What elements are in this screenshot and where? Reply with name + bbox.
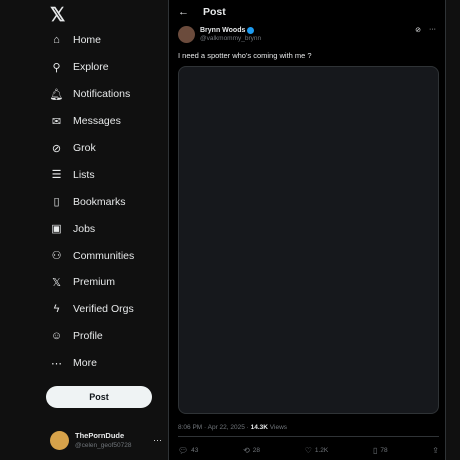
sidebar-item-verified-orgs[interactable]: ϟ Verified Orgs: [50, 296, 134, 323]
sidebar-item-lists[interactable]: ☰ Lists: [50, 161, 134, 188]
author-handle[interactable]: @valkmommy_brynn: [200, 35, 261, 42]
x-logo-icon[interactable]: 𝕏: [50, 4, 65, 27]
sidebar-item-home[interactable]: ⌂ Home: [50, 27, 134, 54]
author-info: Brynn Woods @valkmommy_brynn: [200, 27, 261, 42]
author-name[interactable]: Brynn Woods: [200, 27, 245, 34]
lightning-icon: ϟ: [53, 303, 60, 316]
briefcase-icon: ▣: [51, 223, 62, 236]
share-icon: ⇪: [432, 446, 439, 455]
more-circle-icon: ⋯: [51, 357, 62, 370]
home-icon: ⌂: [53, 34, 60, 47]
repost-button[interactable]: ⟲ 28: [243, 446, 260, 455]
tweet-actions: 💬︎ 43 ⟲ 28 ♡ 1.2K ▯ 78 ⇪: [178, 446, 439, 455]
bookmark-icon: ▯: [53, 196, 60, 209]
sidebar-nav: ⌂ Home ⚲ Explore 🔔︎ Notifications ✉ Messages…: [50, 27, 135, 377]
sidebar-item-explore[interactable]: ⚲ Explore: [50, 54, 134, 81]
account-info: ThePornDude @celen_geof50728: [75, 431, 131, 449]
sidebar-item-label: Notifications: [73, 88, 131, 101]
x-logo-icon: 𝕏: [52, 276, 61, 289]
sidebar-item-label: Home: [73, 34, 102, 47]
envelope-icon: ✉: [51, 115, 62, 128]
page-title: Post: [203, 6, 226, 18]
sidebar-item-label: Profile: [73, 330, 103, 343]
views-count: 14.3K: [250, 424, 268, 431]
sidebar: 𝕏 ⌂ Home ⚲ Explore 🔔︎ Notifications ✉ Messag…: [0, 0, 168, 460]
like-count: 1.2K: [314, 447, 329, 454]
sidebar-item-label: Explore: [73, 61, 109, 74]
sidebar-item-messages[interactable]: ✉ Messages: [50, 108, 134, 135]
repost-icon: ⟲: [243, 446, 250, 455]
repost-count: 28: [252, 447, 261, 454]
tweet-text: I need a spotter who's coming with me ?: [178, 51, 312, 60]
sidebar-item-label: Lists: [73, 168, 95, 181]
more-icon[interactable]: ···: [429, 26, 436, 34]
bookmark-button[interactable]: ▯ 78: [373, 446, 388, 455]
sidebar-item-communities[interactable]: ⚇ Communities: [50, 242, 135, 269]
account-handle: @celen_geof50728: [75, 442, 132, 449]
post-button[interactable]: Post: [46, 386, 152, 408]
heart-icon: ♡: [304, 446, 312, 455]
sidebar-item-notifications[interactable]: 🔔︎ Notifications: [50, 81, 134, 108]
share-button[interactable]: ⇪: [432, 446, 439, 455]
account-name: ThePornDude: [75, 431, 125, 440]
sidebar-item-label: Communities: [73, 249, 135, 262]
sidebar-item-label: Verified Orgs: [73, 303, 134, 316]
bookmark-icon: ▯: [372, 446, 378, 455]
post-column: ← Post Brynn Woods @valkmommy_brynn ⊘ ··…: [168, 0, 446, 460]
sidebar-item-label: Grok: [73, 142, 96, 154]
sidebar-item-label: Bookmarks: [73, 195, 126, 208]
verified-badge-icon: [247, 27, 255, 34]
sidebar-item-label: Premium: [73, 276, 116, 289]
tweet-author[interactable]: Brynn Woods @valkmommy_brynn: [178, 26, 261, 43]
sidebar-item-profile[interactable]: ☺ Profile: [50, 323, 134, 350]
tweet-time[interactable]: 8:06 PM · Apr 22, 2025 ·: [178, 424, 251, 431]
sidebar-item-premium[interactable]: 𝕏 Premium: [50, 269, 134, 296]
author-name-row: Brynn Woods: [200, 27, 261, 34]
sidebar-item-grok[interactable]: ⊘ Grok: [50, 135, 134, 162]
page-header: ← Post: [169, 0, 447, 24]
bell-icon: 🔔︎: [49, 88, 64, 101]
sidebar-item-jobs[interactable]: ▣ Jobs: [50, 215, 134, 242]
reply-count: 43: [191, 447, 199, 454]
bookmark-count: 78: [380, 447, 388, 454]
sidebar-item-label: Messages: [73, 115, 121, 128]
tweet-top-actions: ⊘ ···: [415, 26, 436, 34]
reply-icon: 💬︎: [178, 446, 189, 455]
account-switcher[interactable]: ThePornDude @celen_geof50728 ···: [50, 428, 162, 452]
sidebar-item-more[interactable]: ⋯ More: [50, 350, 134, 377]
sidebar-item-label: Jobs: [73, 222, 96, 235]
person-icon: ☺: [50, 330, 63, 343]
grok-icon: ⊘: [51, 142, 62, 155]
back-arrow-icon[interactable]: ←: [178, 6, 189, 18]
more-icon[interactable]: ···: [153, 435, 162, 445]
avatar[interactable]: [178, 26, 195, 43]
tweet-media-placeholder[interactable]: [178, 66, 439, 414]
list-icon: ☰: [51, 169, 62, 182]
sidebar-item-label: More: [73, 357, 97, 370]
reply-button[interactable]: 💬︎ 43: [178, 446, 198, 455]
sidebar-item-bookmarks[interactable]: ▯ Bookmarks: [50, 188, 134, 215]
like-button[interactable]: ♡ 1.2K: [305, 446, 329, 455]
views-label: Views: [267, 424, 288, 431]
people-icon: ⚇: [51, 250, 62, 263]
grok-icon[interactable]: ⊘: [415, 26, 421, 34]
tweet-meta: 8:06 PM · Apr 22, 2025 · 14.3K Views: [178, 424, 287, 431]
scrollbar[interactable]: [446, 0, 460, 460]
avatar: [50, 430, 69, 450]
search-icon: ⚲: [52, 61, 61, 74]
divider: [178, 436, 439, 437]
